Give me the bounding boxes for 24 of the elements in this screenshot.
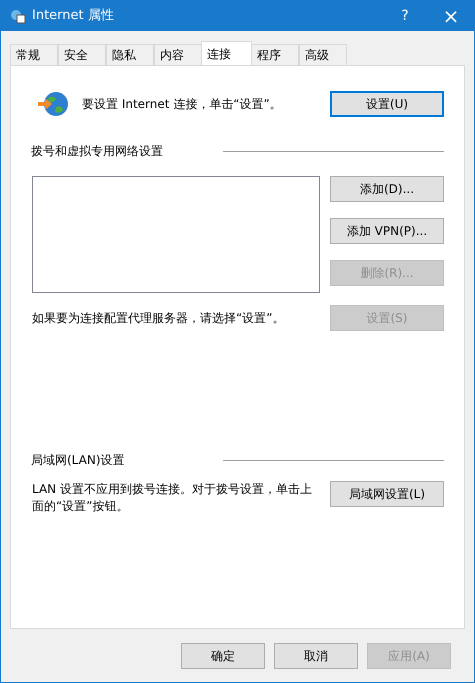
app-icon — [10, 8, 26, 24]
window-title: Internet 属性 — [32, 7, 114, 26]
help-button[interactable]: ? — [382, 1, 428, 31]
dialog-button[interactable]: 添加 VPN(P)... — [330, 218, 444, 244]
proxy-instruction: 如果要为连接配置代理服务器，请选择“设置”。 — [32, 310, 286, 327]
dialog-button[interactable]: 添加(D)... — [330, 176, 444, 202]
group-heading: 局域网(LAN)设置 — [31, 452, 126, 469]
globe-icon — [36, 89, 70, 119]
tab[interactable]: 安全 — [58, 44, 106, 65]
tab[interactable]: 连接 — [201, 41, 252, 65]
group-heading: 拨号和虚拟专用网络设置 — [31, 143, 164, 160]
dialog-button[interactable]: 取消 — [274, 643, 358, 669]
tab[interactable]: 程序 — [251, 44, 299, 65]
dialog-button[interactable]: 局域网设置(L) — [330, 481, 444, 507]
tab[interactable]: 内容 — [154, 44, 202, 65]
dialog-button[interactable]: 确定 — [181, 643, 265, 669]
dialog-button[interactable]: 设置(U) — [330, 91, 444, 117]
tab[interactable]: 常规 — [10, 44, 58, 65]
connection-list[interactable] — [32, 176, 320, 293]
close-button[interactable]: × — [428, 1, 474, 31]
lan-description: LAN 设置不应用到拨号连接。对于拨号设置，单击上面的“设置”按钮。 — [32, 481, 312, 515]
tab[interactable]: 隐私 — [106, 44, 154, 65]
setup-instruction: 要设置 Internet 连接，单击“设置”。 — [82, 96, 283, 113]
tab[interactable]: 高级 — [299, 44, 347, 65]
